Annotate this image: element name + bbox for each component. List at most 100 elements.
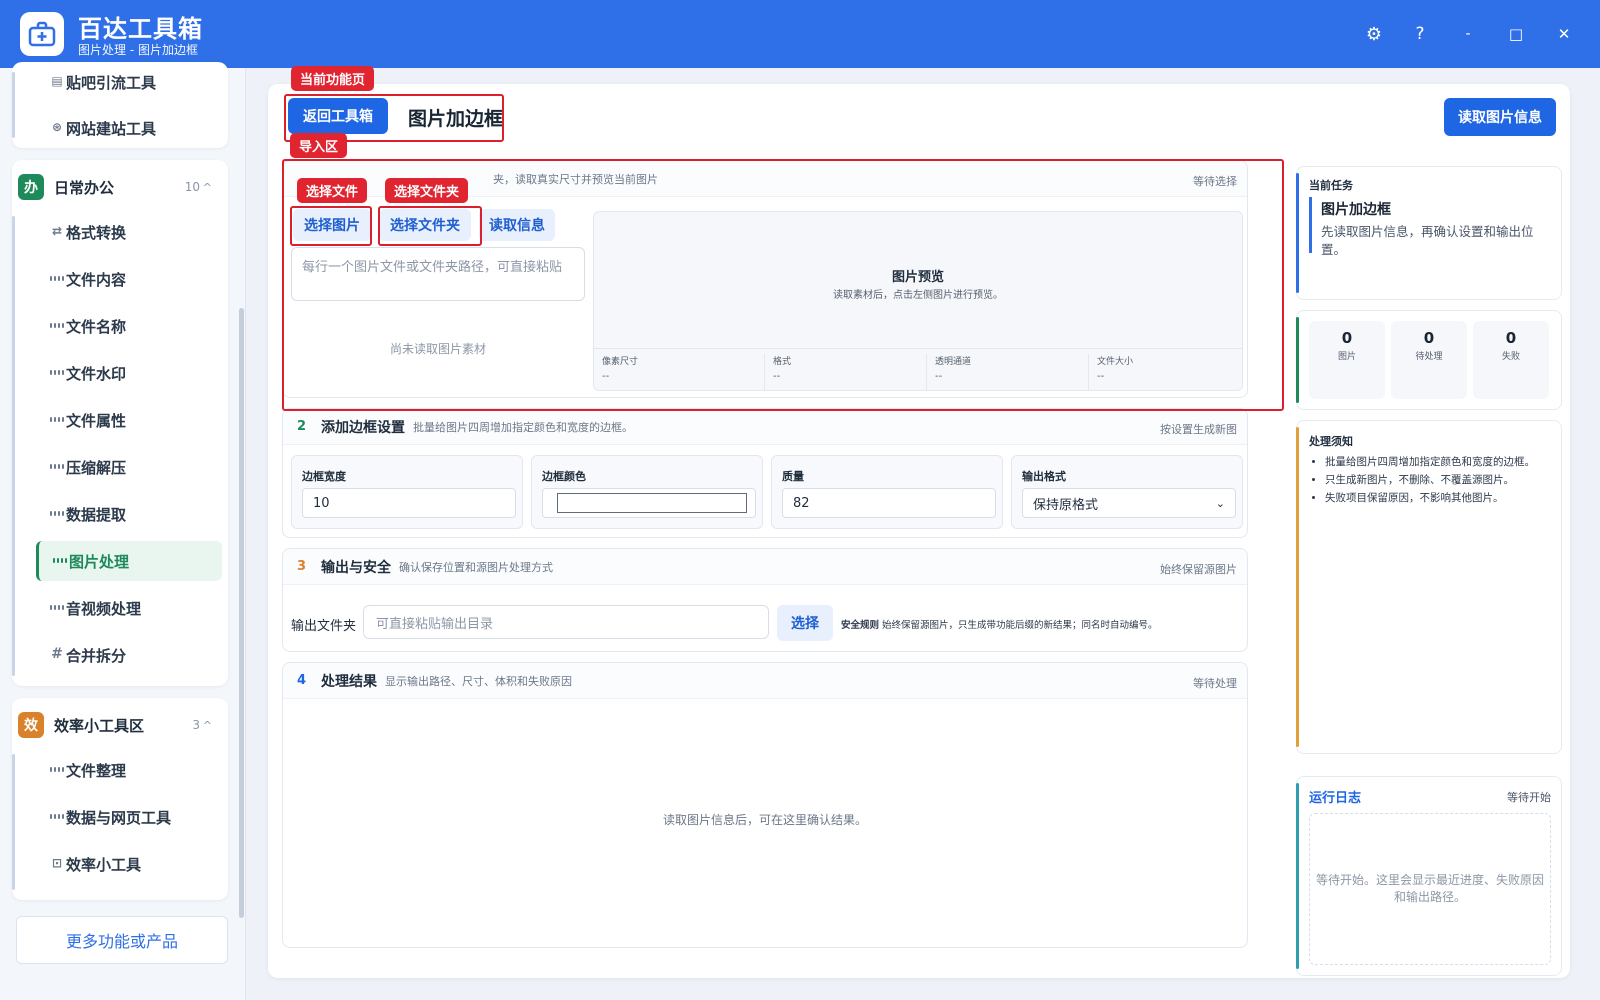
output-security-section: 3 输出与安全 确认保存位置和源图片处理方式 始终保留源图片 输出文件夹 可直接…	[282, 548, 1248, 652]
task-title: 图片加边框	[1321, 202, 1391, 218]
read-image-info-button[interactable]: 读取图片信息	[1444, 98, 1556, 136]
chevron-up-icon[interactable]: ^	[203, 719, 212, 732]
meta-key: 文件大小	[1097, 357, 1134, 367]
sidebar-scrollbar[interactable]	[239, 308, 244, 918]
close-button[interactable]: ✕	[1550, 20, 1578, 48]
meta-alpha: 透明通道 --	[926, 354, 1086, 390]
read-info-button[interactable]: 读取信息	[479, 209, 555, 241]
sidebar-group-office: 办 日常办公 10 ^ ⇄ 格式转换 文件内容 文件名称 文件水印 文件属性 压	[12, 160, 228, 686]
meta-value: --	[935, 371, 943, 382]
sidebar-item-merge-split[interactable]: # 合并拆分	[36, 635, 222, 675]
meta-format: 格式 --	[764, 354, 924, 390]
border-settings-section: 2 添加边框设置 批量给图片四周增加指定颜色和宽度的边框。 按设置生成新图 边框…	[282, 408, 1248, 538]
empty-material-text: 尚未读取图片素材	[389, 341, 486, 356]
group-title: 效率小工具区	[54, 716, 145, 735]
maximize-button[interactable]: □	[1502, 20, 1530, 48]
sidebar-item-label: 贴吧引流工具	[66, 73, 157, 92]
path-input[interactable]: 每行一个图片文件或文件夹路径，可直接粘贴	[291, 247, 585, 301]
results-empty-text: 读取图片信息后，可在这里确认结果。	[662, 813, 867, 827]
sidebar-item-label: 文件内容	[66, 270, 127, 289]
meta-value: --	[773, 371, 781, 382]
hash-icon: #	[51, 646, 63, 662]
field-label: 输出格式	[1022, 470, 1066, 483]
sidebar-item-image-processing[interactable]: 图片处理	[36, 541, 222, 581]
sidebar-item-efficiency-tools[interactable]: ⊡ 效率小工具	[36, 844, 222, 884]
stat-label: 图片	[1337, 352, 1356, 362]
sidebar-item-label: 数据提取	[66, 505, 127, 524]
task-label: 当前任务	[1309, 179, 1353, 192]
accent-bar	[1296, 427, 1299, 747]
section-description: 显示输出路径、尺寸、体积和失败原因	[385, 674, 572, 688]
chevron-up-icon[interactable]: ^	[203, 181, 212, 194]
border-width-input[interactable]: 10	[302, 488, 516, 518]
output-format-select[interactable]: 保持原格式 ⌄	[1022, 488, 1236, 518]
sidebar-item-file-name[interactable]: 文件名称	[36, 306, 222, 346]
choose-folder-button[interactable]: 选择	[777, 605, 833, 641]
sidebar-item-file-content[interactable]: 文件内容	[36, 259, 222, 299]
grid-icon	[50, 459, 64, 473]
task-accent	[1309, 197, 1312, 253]
sidebar-accent-line	[12, 72, 15, 138]
meta-file-size: 文件大小 --	[1088, 354, 1248, 390]
sidebar-item-file-watermark[interactable]: 文件水印	[36, 353, 222, 393]
stat-pending: 0 待处理	[1391, 321, 1467, 399]
stat-label: 待处理	[1415, 352, 1443, 362]
notes-title: 处理须知	[1309, 435, 1353, 448]
help-icon[interactable]: ?	[1406, 20, 1434, 48]
select-image-button[interactable]: 选择图片	[293, 209, 371, 241]
notes-list: 批量给图片四周增加指定颜色和宽度的边框。 只生成新图片，不删除、不覆盖源图片。 …	[1309, 453, 1557, 507]
group-header-office[interactable]: 办 日常办公 10 ^	[18, 166, 218, 208]
sidebar-item-label: 压缩解压	[66, 458, 127, 477]
sidebar-item-file-attributes[interactable]: 文件属性	[36, 400, 222, 440]
annotation-tag-select-folder: 选择文件夹	[385, 178, 469, 203]
run-log-card: 运行日志 等待开始 等待开始。这里会显示最近进度、失败原因和输出路径。	[1296, 776, 1562, 976]
sidebar-item-compress[interactable]: 压缩解压	[36, 447, 222, 487]
more-products-button[interactable]: 更多功能或产品	[16, 916, 228, 964]
border-color-field: 边框颜色	[531, 455, 763, 529]
group-title: 日常办公	[54, 178, 115, 197]
quality-input[interactable]: 82	[782, 488, 996, 518]
meta-key: 格式	[773, 357, 792, 367]
grid-icon	[50, 600, 64, 614]
sidebar-item-label: 音视频处理	[66, 599, 142, 618]
sidebar-item-label: 格式转换	[66, 223, 127, 242]
output-format-field: 输出格式 保持原格式 ⌄	[1011, 455, 1243, 529]
preview-hint: 读取素材后，点击左侧图片进行预览。	[833, 290, 1003, 301]
current-task-card: 当前任务 图片加边框 先读取图片信息，再确认设置和输出位置。	[1296, 166, 1562, 300]
annotation-tag-import-area: 导入区	[290, 133, 348, 158]
log-output[interactable]: 等待开始。这里会显示最近进度、失败原因和输出路径。	[1309, 813, 1551, 965]
sidebar-item-av-processing[interactable]: 音视频处理	[36, 588, 222, 628]
section-description: 夹，读取真实尺寸并预览当前图片	[493, 172, 658, 186]
grid-icon	[50, 318, 64, 332]
grid-icon	[50, 762, 64, 776]
group-count: 10	[184, 180, 200, 194]
section-number: 2	[297, 419, 307, 434]
sidebar-group-efficiency: 效 效率小工具区 3 ^ 文件整理 数据与网页工具 ⊡ 效率小工具	[12, 698, 228, 900]
stat-value: 0	[1341, 329, 1353, 347]
sidebar-item-data-web[interactable]: 数据与网页工具	[36, 797, 222, 837]
minimize-button[interactable]: -	[1454, 20, 1482, 48]
globe-icon: ⊛	[51, 120, 63, 134]
section-number: 3	[297, 559, 307, 574]
sidebar-item-file-organize[interactable]: 文件整理	[36, 750, 222, 790]
sidebar-item-data-extract[interactable]: 数据提取	[36, 494, 222, 534]
grid-icon	[50, 412, 64, 426]
sidebar-item-label: 效率小工具	[66, 855, 142, 874]
sidebar-accent-line	[12, 754, 15, 890]
section-status: 始终保留源图片	[1160, 563, 1237, 576]
back-to-toolbox-button[interactable]: 返回工具箱	[288, 98, 388, 134]
sidebar-item-label: 文件名称	[66, 317, 127, 336]
sidebar-item-format-convert[interactable]: ⇄ 格式转换	[36, 212, 222, 252]
border-color-picker[interactable]	[542, 488, 756, 518]
select-folder-button[interactable]: 选择文件夹	[379, 209, 471, 241]
settings-icon[interactable]: ⚙	[1360, 20, 1388, 48]
sidebar-item-label: 文件属性	[66, 411, 127, 430]
sidebar-item-website[interactable]: ⊛ 网站建站工具	[36, 108, 222, 148]
sidebar-item-tieba[interactable]: ▤ 贴吧引流工具	[36, 62, 222, 102]
output-folder-input[interactable]: 可直接粘贴输出目录	[363, 605, 769, 639]
section-title: 添加边框设置	[321, 419, 405, 436]
group-header-efficiency[interactable]: 效 效率小工具区 3 ^	[18, 704, 218, 746]
section-header: 2 添加边框设置 批量给图片四周增加指定颜色和宽度的边框。 按设置生成新图	[283, 409, 1247, 445]
group-badge: 办	[18, 174, 44, 200]
note-item: 失败项目保留原因，不影响其他图片。	[1325, 489, 1557, 507]
